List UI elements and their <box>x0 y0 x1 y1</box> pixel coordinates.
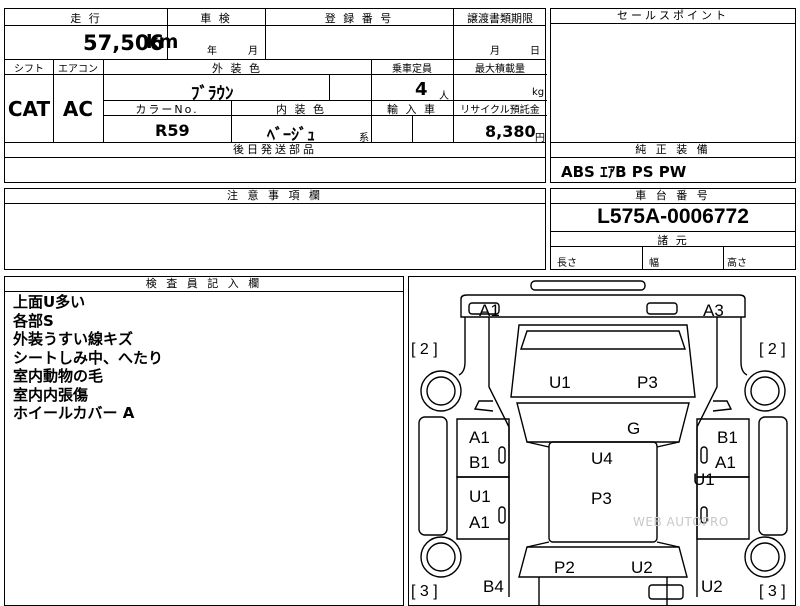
width-label: 幅 <box>649 258 659 269</box>
caution-label: 注 意 事 項 欄 <box>5 189 545 204</box>
mark-p2-rear: P2 <box>554 558 575 577</box>
shift-label: シフト <box>14 64 44 75</box>
transfer-label: 譲渡書類期限 <box>467 12 533 25</box>
remark-line: 室内内張傷 <box>13 385 89 404</box>
mileage-label: 走 行 <box>70 12 102 25</box>
genuine-equipment-block: 純 正 装 備 ABS ｴｱB PS PW <box>550 142 796 183</box>
bracket-left-top: [ 2 ] <box>411 341 438 358</box>
watermark: WEB AUTOPRO <box>633 515 729 529</box>
mark-a1-front-left: A1 <box>479 301 500 320</box>
capacity-label: 乗車定員 <box>392 64 432 75</box>
transfer-month: 月 <box>490 46 500 57</box>
capacity-value: 4 <box>415 79 428 100</box>
mark-a1-left-rear: A1 <box>469 513 490 532</box>
mark-p3-hood: P3 <box>637 373 658 392</box>
ac-label: エアコン <box>58 64 98 75</box>
genuine-label: 純 正 装 備 <box>551 143 795 158</box>
load-unit: kg <box>532 87 545 98</box>
later-parts-label: 後日発送部品 <box>5 143 545 158</box>
shaken-year: 年 <box>207 46 217 57</box>
registration-label: 登 録 番 号 <box>324 12 394 25</box>
car-diagram-block: A1 A3 [ 2 ] [ 2 ] U1 P3 G A1 B1 U1 A1 U4… <box>408 276 796 606</box>
sales-point-block: セールスポイント <box>550 8 796 143</box>
mark-u1-right-rear: U1 <box>693 470 715 489</box>
inspector-remarks: 上面U多い 各部S 外装うすい線キズ シートしみ中、へたり 室内動物の毛 室内内… <box>13 293 163 423</box>
remark-line: 外装うすい線キズ <box>13 330 134 348</box>
mark-p3-roof: P3 <box>591 489 612 508</box>
height-label: 高さ <box>727 258 747 269</box>
genuine-items: ABS ｴｱB PS PW <box>561 163 687 181</box>
mark-u1-left-rear: U1 <box>469 487 491 506</box>
chassis-block: 車 台 番 号 L575A-0006772 諸 元 長さ 幅 高さ <box>550 188 796 270</box>
max-load-label: 最大積載量 <box>475 64 525 75</box>
mark-b4-rear-left: B4 <box>483 577 504 596</box>
later-parts-block: 後日発送部品 <box>4 142 546 183</box>
mark-u1-hood: U1 <box>549 373 571 392</box>
chassis-label: 車 台 番 号 <box>551 189 795 204</box>
mark-u4-roof: U4 <box>591 449 613 468</box>
color-no-value: R59 <box>155 121 190 140</box>
bracket-right-bottom: [ 3 ] <box>759 583 786 600</box>
remark-line: 上面U多い <box>13 293 86 311</box>
bracket-left-bottom: [ 3 ] <box>411 583 438 600</box>
recycle-value: 8,380 <box>485 122 536 141</box>
remark-line: シートしみ中、へたり <box>13 348 164 367</box>
shift-value: CAT <box>7 97 51 121</box>
caution-block: 注 意 事 項 欄 <box>4 188 546 270</box>
bracket-right-top: [ 2 ] <box>759 341 786 358</box>
shaken-label: 車 検 <box>200 12 232 25</box>
vehicle-info-block: 走 行 車 検 登 録 番 号 譲渡書類期限 57,506 km 年 月 月 日… <box>4 8 547 144</box>
mark-g-windshield: G <box>627 419 641 438</box>
remark-line: 室内動物の毛 <box>13 367 104 385</box>
car-outline <box>418 280 788 605</box>
inspector-title: 検 査 員 記 入 欄 <box>5 277 403 292</box>
inspector-block: 検 査 員 記 入 欄 上面U多い 各部S 外装うすい線キズ シートしみ中、へた… <box>4 276 404 606</box>
mark-a3-front-right: A3 <box>703 301 724 320</box>
mileage-unit: km <box>146 31 179 53</box>
shaken-month: 月 <box>248 46 258 57</box>
transfer-day: 日 <box>530 46 540 57</box>
sales-point-label: セールスポイント <box>551 9 795 24</box>
length-label: 長さ <box>557 258 577 269</box>
mark-a1-left-door: A1 <box>469 428 490 447</box>
recycle-label: リサイクル預託金 <box>460 105 540 116</box>
mark-b1-right-door: B1 <box>717 428 738 447</box>
ac-value: AC <box>62 97 94 121</box>
chassis-number: L575A-0006772 <box>597 205 749 228</box>
mark-u2-rear: U2 <box>631 558 653 577</box>
mark-u2-rear-right: U2 <box>701 577 723 596</box>
remark-line: ホイールカバー A <box>13 404 135 422</box>
mark-a1-right-door: A1 <box>715 453 736 472</box>
remark-line: 各部S <box>13 311 54 330</box>
mark-b1-left-door: B1 <box>469 453 490 472</box>
